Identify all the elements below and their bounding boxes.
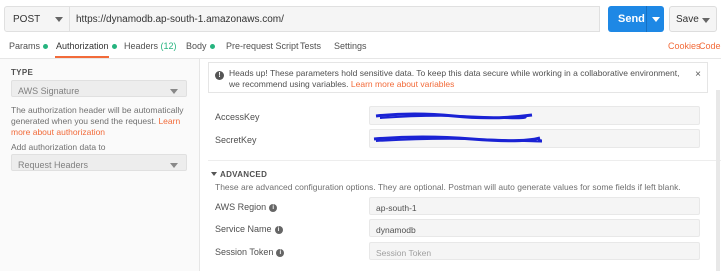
status-dot — [209, 44, 215, 50]
session-token-placeholder: Session Token — [376, 248, 432, 258]
status-dot — [43, 44, 49, 50]
info-icon: i — [274, 225, 283, 234]
tab-settings[interactable]: Settings — [334, 41, 367, 51]
cookies-link[interactable]: Cookies — [668, 41, 701, 51]
tab-label: Body — [186, 41, 207, 51]
secret-key-label: SecretKey — [215, 135, 257, 145]
auth-type-select[interactable]: AWS Signature — [11, 80, 187, 97]
tab-params[interactable]: Params — [9, 41, 49, 51]
chevron-down-icon — [170, 163, 178, 168]
tab-authorization[interactable]: Authorization — [56, 41, 117, 51]
save-button[interactable]: Save — [669, 6, 717, 32]
aws-region-text: AWS Region — [215, 202, 267, 212]
tab-tests[interactable]: Tests — [300, 41, 321, 51]
session-token-text: Session Token — [215, 247, 274, 257]
send-divider — [646, 6, 647, 32]
access-key-label: AccessKey — [215, 112, 260, 122]
url-input[interactable]: https://dynamodb.ap-south-1.amazonaws.co… — [70, 6, 600, 32]
redaction-scribble — [375, 112, 533, 120]
session-token-input[interactable]: Session Token — [369, 242, 700, 260]
service-name-text: Service Name — [215, 224, 272, 234]
tab-label: Pre-request Script — [226, 41, 299, 51]
url-text: https://dynamodb.ap-south-1.amazonaws.co… — [76, 14, 284, 25]
add-to-value: Request Headers — [18, 160, 89, 170]
info-icon: ! — [215, 71, 224, 80]
add-to-select[interactable]: Request Headers — [11, 154, 187, 171]
close-icon[interactable]: × — [695, 69, 701, 80]
service-name-input[interactable]: dynamodb — [369, 219, 700, 237]
code-link[interactable]: Code — [699, 41, 721, 51]
session-token-label: Session Token i — [215, 247, 285, 257]
send-label: Send — [618, 13, 645, 25]
method-label: POST — [13, 14, 41, 25]
tab-body[interactable]: Body — [186, 41, 215, 51]
learn-more-variables-link[interactable]: Learn more about variables — [351, 79, 454, 89]
auth-type-value: AWS Signature — [18, 86, 80, 96]
save-label: Save — [676, 14, 699, 25]
redaction-scribble — [373, 135, 542, 143]
info-icon: i — [276, 248, 285, 257]
aws-region-input[interactable]: ap-south-1 — [369, 197, 700, 215]
notice-text: Heads up! These parameters hold sensitiv… — [229, 68, 689, 90]
sensitive-data-notice: ! Heads up! These parameters hold sensit… — [208, 62, 708, 93]
aws-region-value: ap-south-1 — [376, 203, 417, 213]
tab-count: (12) — [160, 41, 177, 51]
tab-label: Headers — [124, 41, 159, 51]
tab-label: Tests — [300, 41, 322, 51]
tab-label: Authorization — [56, 41, 109, 51]
secret-key-input[interactable] — [369, 129, 700, 148]
tab-headers[interactable]: Headers (12) — [124, 41, 177, 51]
scrollbar[interactable] — [716, 90, 720, 271]
auth-help-text: The authorization header will be automat… — [11, 105, 191, 138]
chevron-down-icon[interactable] — [702, 18, 710, 23]
service-name-value: dynamodb — [376, 225, 416, 235]
aws-region-label: AWS Region i — [215, 202, 278, 212]
tab-pre-request-script[interactable]: Pre-request Script — [226, 41, 299, 51]
tab-label: Settings — [334, 41, 367, 51]
method-select[interactable]: POST — [4, 6, 70, 32]
info-icon: i — [269, 203, 278, 212]
type-heading: TYPE — [11, 68, 34, 77]
chevron-down-icon[interactable] — [652, 17, 660, 22]
section-divider — [208, 160, 721, 161]
status-dot — [111, 44, 117, 50]
send-button[interactable]: Send — [608, 6, 664, 32]
tab-label: Params — [9, 41, 41, 51]
advanced-description: These are advanced configuration options… — [215, 182, 681, 192]
service-name-label: Service Name i — [215, 224, 283, 234]
access-key-input[interactable] — [369, 106, 700, 125]
chevron-down-icon[interactable] — [211, 172, 217, 176]
chevron-down-icon — [170, 89, 178, 94]
advanced-heading[interactable]: ADVANCED — [220, 170, 267, 179]
add-to-label: Add authorization data to — [11, 142, 106, 152]
chevron-down-icon — [55, 17, 63, 22]
